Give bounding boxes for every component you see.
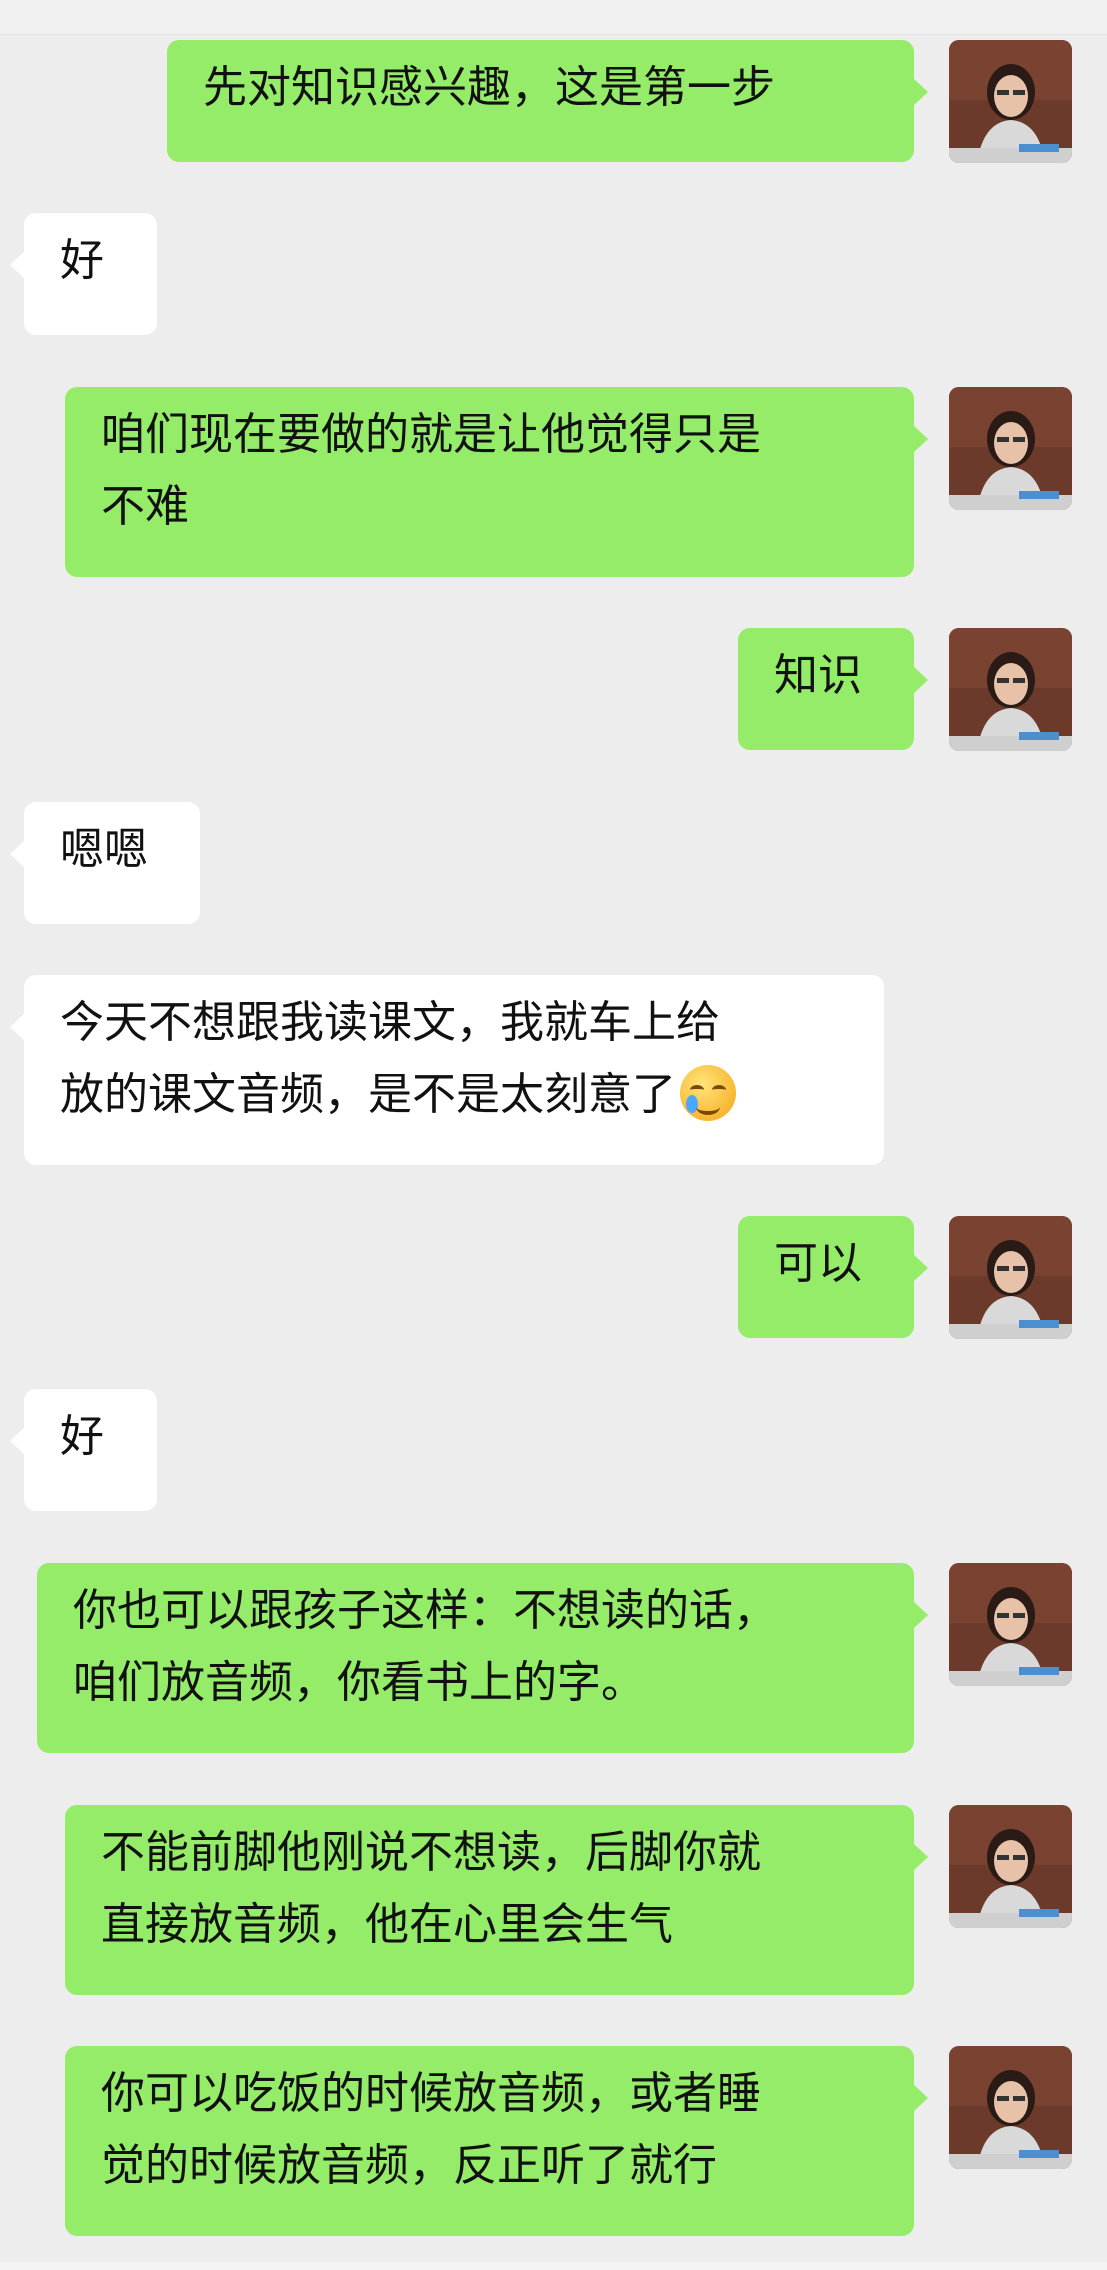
message-bubble-outgoing[interactable]: 不能前脚他刚说不想读，后脚你就 直接放音频，他在心里会生气: [65, 1805, 928, 1995]
chat-conversation[interactable]: 先对知识感兴趣，这是第一步 好 咱们现在要做的就是让他觉得只是 不难 知识 嗯嗯…: [0, 0, 1107, 2270]
message-text: 先对知识感兴趣，这是第一步: [203, 62, 775, 113]
message-text-line: 咱们现在要做的就是让他觉得只是: [101, 409, 761, 460]
message-text: 可以: [774, 1238, 862, 1289]
message-bubble-outgoing[interactable]: 先对知识感兴趣，这是第一步: [167, 40, 928, 162]
user-avatar[interactable]: [949, 1563, 1072, 1686]
message-text-line: 你可以吃饭的时候放音频，或者睡: [101, 2068, 761, 2119]
message-bubble-outgoing[interactable]: 知识: [738, 628, 928, 750]
message-text-line: 不难: [101, 481, 189, 532]
message-text-line: 觉的时候放音频，反正听了就行: [101, 2140, 717, 2191]
avatar-portrait-icon: [949, 1805, 1072, 1928]
user-avatar[interactable]: [949, 1805, 1072, 1928]
user-avatar[interactable]: [949, 2046, 1072, 2169]
message-text-line-part: 放的课文音频，是不是太刻意了: [60, 1069, 676, 1120]
message-bubble-incoming[interactable]: 好: [10, 1389, 157, 1511]
avatar-portrait-icon: [949, 40, 1072, 163]
message-bubble-incoming[interactable]: 嗯嗯: [10, 802, 200, 924]
message-bubble-outgoing[interactable]: 咱们现在要做的就是让他觉得只是 不难: [65, 387, 928, 577]
top-bar-edge: [0, 0, 1107, 35]
message-bubble-outgoing[interactable]: 可以: [738, 1216, 928, 1338]
message-bubble-outgoing[interactable]: 你可以吃饭的时候放音频，或者睡 觉的时候放音频，反正听了就行: [65, 2046, 928, 2236]
user-avatar[interactable]: [949, 387, 1072, 510]
message-text: 好: [60, 1411, 104, 1462]
message-text-line: 放的课文音频，是不是太刻意了: [60, 1059, 848, 1131]
message-text: 嗯嗯: [60, 824, 148, 875]
message-text-line: 不能前脚他刚说不想读，后脚你就: [101, 1827, 761, 1878]
message-text-line: 你也可以跟孩子这样：不想读的话，: [73, 1585, 777, 1636]
message-bubble-outgoing[interactable]: 你也可以跟孩子这样：不想读的话， 咱们放音频，你看书上的字。: [37, 1563, 928, 1753]
avatar-portrait-icon: [949, 387, 1072, 510]
message-text-line: 咱们放音频，你看书上的字。: [73, 1657, 645, 1708]
avatar-portrait-icon: [949, 2046, 1072, 2169]
user-avatar[interactable]: [949, 1216, 1072, 1339]
message-bubble-incoming[interactable]: 好: [10, 213, 157, 335]
message-bubble-incoming[interactable]: 今天不想跟我读课文，我就车上给 放的课文音频，是不是太刻意了: [10, 975, 884, 1165]
user-avatar[interactable]: [949, 40, 1072, 163]
bottom-edge: [0, 2262, 1107, 2270]
avatar-portrait-icon: [949, 1216, 1072, 1339]
message-text-line: 今天不想跟我读课文，我就车上给: [60, 997, 720, 1048]
avatar-portrait-icon: [949, 1563, 1072, 1686]
message-text: 知识: [774, 650, 862, 701]
user-avatar[interactable]: [949, 628, 1072, 751]
avatar-portrait-icon: [949, 628, 1072, 751]
message-text: 好: [60, 235, 104, 286]
message-text-line: 直接放音频，他在心里会生气: [101, 1899, 673, 1950]
crying-laughing-face-icon: [680, 1065, 736, 1121]
